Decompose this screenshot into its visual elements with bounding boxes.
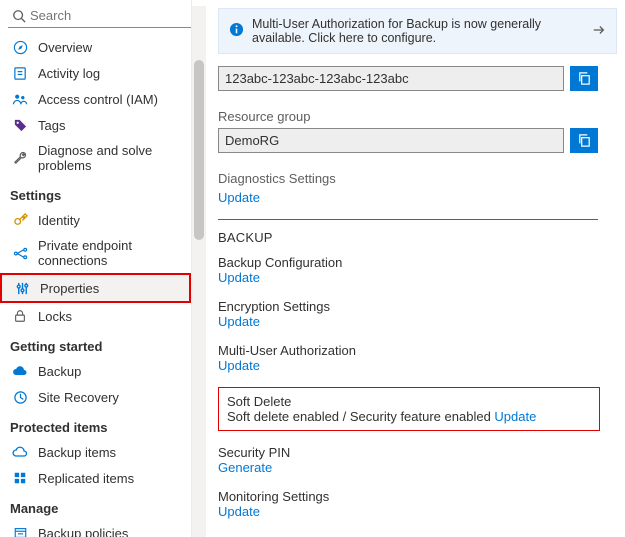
- network-icon: [12, 245, 28, 261]
- nav-label: Properties: [40, 281, 99, 296]
- main-panel: Multi-User Authorization for Backup is n…: [192, 0, 625, 537]
- nav-label: Backup policies: [38, 526, 128, 537]
- nav-label: Activity log: [38, 66, 100, 81]
- mua-update-link[interactable]: Update: [218, 358, 260, 373]
- sidebar-item-identity[interactable]: Identity: [0, 207, 191, 233]
- scroll-thumb[interactable]: [194, 60, 204, 240]
- search-icon: [12, 9, 26, 23]
- section-manage: Manage: [0, 491, 191, 520]
- nav-label: Private endpoint connections: [38, 238, 183, 268]
- mua-label: Multi-User Authorization: [218, 343, 617, 358]
- diagnostics-update-link[interactable]: Update: [218, 190, 260, 205]
- search-input[interactable]: [26, 6, 192, 25]
- soft-delete-highlight: Soft Delete Soft delete enabled / Securi…: [218, 387, 600, 431]
- monitoring-label: Monitoring Settings: [218, 489, 617, 504]
- nav-label: Replicated items: [38, 471, 134, 486]
- encryption-label: Encryption Settings: [218, 299, 617, 314]
- copy-resource-group-button[interactable]: [570, 128, 598, 153]
- sidebar-item-backup-policies[interactable]: Backup policies: [0, 520, 191, 537]
- divider: [218, 219, 598, 220]
- sidebar-item-properties[interactable]: Properties: [0, 273, 191, 303]
- monitoring-update-link[interactable]: Update: [218, 504, 260, 519]
- security-pin-generate-link[interactable]: Generate: [218, 460, 272, 475]
- grid-icon: [12, 470, 28, 486]
- sidebar-item-replicated-items[interactable]: Replicated items: [0, 465, 191, 491]
- cloud-backup-icon: [12, 363, 28, 379]
- activity-log-icon: [12, 65, 28, 81]
- encryption-update-link[interactable]: Update: [218, 314, 260, 329]
- info-icon: [229, 22, 244, 40]
- backup-config-label: Backup Configuration: [218, 255, 617, 270]
- tag-icon: [12, 117, 28, 133]
- arrow-right-icon: [592, 23, 606, 40]
- compass-icon: [12, 39, 28, 55]
- lock-icon: [12, 308, 28, 324]
- cloud-items-icon: [12, 444, 28, 460]
- nav-label: Tags: [38, 118, 65, 133]
- soft-delete-update-link[interactable]: Update: [494, 409, 536, 424]
- site-recovery-icon: [12, 389, 28, 405]
- sidebar-item-backup-items[interactable]: Backup items: [0, 439, 191, 465]
- search-box[interactable]: [8, 4, 192, 28]
- banner-text: Multi-User Authorization for Backup is n…: [252, 17, 584, 45]
- soft-delete-status: Soft delete enabled / Security feature e…: [227, 409, 491, 424]
- sidebar-item-locks[interactable]: Locks: [0, 303, 191, 329]
- resource-group-field: DemoRG: [218, 128, 564, 153]
- backup-config-update-link[interactable]: Update: [218, 270, 260, 285]
- nav-label: Access control (IAM): [38, 92, 158, 107]
- copy-icon: [577, 133, 592, 148]
- sidebar-item-private-endpoint[interactable]: Private endpoint connections: [0, 233, 191, 273]
- nav-label: Diagnose and solve problems: [38, 143, 183, 173]
- nav-label: Backup items: [38, 445, 116, 460]
- sidebar-item-access-control[interactable]: Access control (IAM): [0, 86, 191, 112]
- sidebar-item-activity-log[interactable]: Activity log: [0, 60, 191, 86]
- sidebar-item-tags[interactable]: Tags: [0, 112, 191, 138]
- wrench-icon: [12, 150, 28, 166]
- section-settings: Settings: [0, 178, 191, 207]
- sidebar-item-diagnose[interactable]: Diagnose and solve problems: [0, 138, 191, 178]
- soft-delete-label: Soft Delete: [227, 394, 591, 409]
- nav-label: Locks: [38, 309, 72, 324]
- section-getting-started: Getting started: [0, 329, 191, 358]
- nav-label: Backup: [38, 364, 81, 379]
- nav-label: Identity: [38, 213, 80, 228]
- announcement-banner[interactable]: Multi-User Authorization for Backup is n…: [218, 8, 617, 54]
- subscription-id-field: 123abc-123abc-123abc-123abc: [218, 66, 564, 91]
- scrollbar[interactable]: [192, 6, 206, 537]
- backup-section-title: BACKUP: [218, 230, 617, 245]
- policies-icon: [12, 525, 28, 537]
- resource-group-label: Resource group: [218, 109, 617, 124]
- sidebar: Overview Activity log Access control (IA…: [0, 0, 192, 537]
- sidebar-item-backup[interactable]: Backup: [0, 358, 191, 384]
- sidebar-item-site-recovery[interactable]: Site Recovery: [0, 384, 191, 410]
- copy-subscription-button[interactable]: [570, 66, 598, 91]
- sidebar-item-overview[interactable]: Overview: [0, 34, 191, 60]
- nav-label: Overview: [38, 40, 92, 55]
- nav-label: Site Recovery: [38, 390, 119, 405]
- copy-icon: [577, 71, 592, 86]
- people-icon: [12, 91, 28, 107]
- key-icon: [12, 212, 28, 228]
- diagnostics-label: Diagnostics Settings: [218, 171, 617, 186]
- properties-icon: [14, 280, 30, 296]
- section-protected: Protected items: [0, 410, 191, 439]
- security-pin-label: Security PIN: [218, 445, 617, 460]
